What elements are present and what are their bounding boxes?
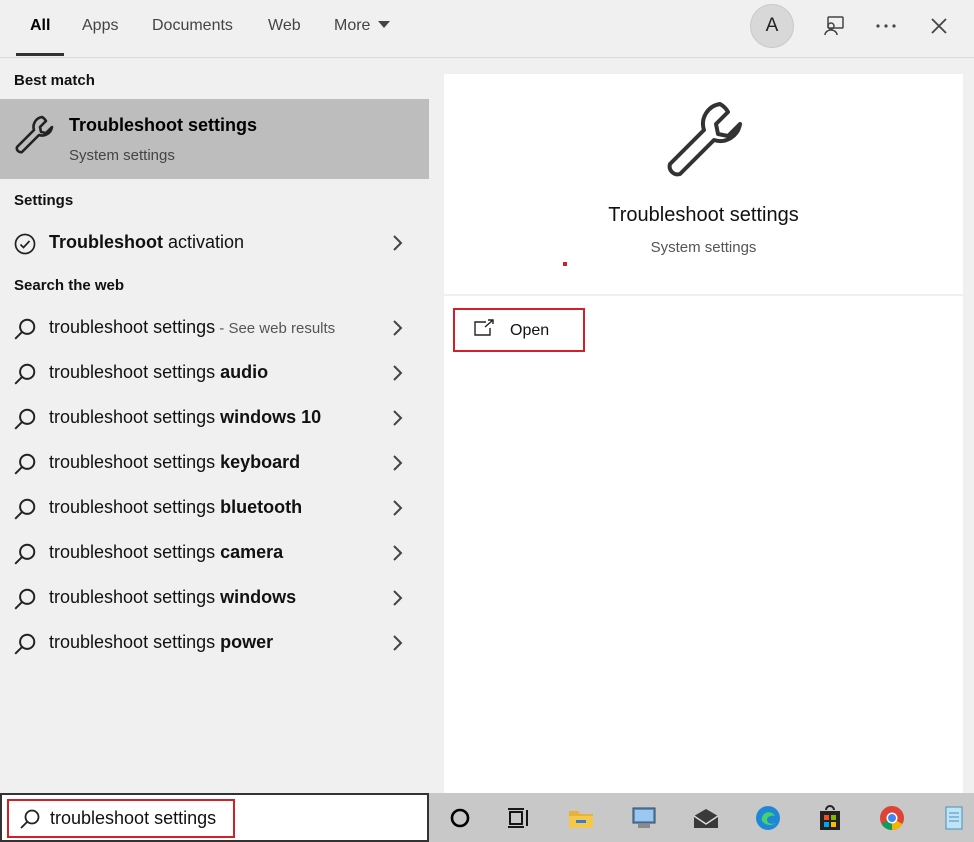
chevron-right-icon	[391, 319, 405, 337]
web-result-bold: power	[220, 632, 274, 652]
chevron-right-icon	[391, 589, 405, 607]
web-result-label: troubleshoot settings keyboard	[49, 452, 300, 473]
settings-item-label: Troubleshoot activation	[49, 232, 244, 253]
tab-web[interactable]: Web	[268, 0, 301, 58]
search-icon	[13, 587, 37, 611]
web-result-label: troubleshoot settings windows 10	[49, 407, 321, 428]
settings-heading: Settings	[14, 192, 74, 209]
account-avatar[interactable]: A	[750, 4, 794, 48]
chevron-right-icon	[391, 409, 405, 427]
search-input[interactable]: troubleshoot settings	[0, 793, 429, 842]
web-result-label: troubleshoot settings camera	[49, 542, 283, 563]
web-result-hint: - See web results	[215, 320, 336, 337]
feedback-icon[interactable]	[820, 12, 848, 40]
preview-subtitle: System settings	[650, 239, 757, 256]
best-match-heading: Best match	[14, 72, 95, 89]
search-input-value: troubleshoot settings	[50, 808, 217, 828]
search-icon	[13, 452, 37, 476]
web-result-prefix: troubleshoot settings	[49, 452, 221, 472]
web-result-label: troubleshoot settings power	[49, 632, 273, 653]
search-tab-bar: All Apps Documents Web More A	[0, 0, 974, 58]
tab-more-label: More	[334, 17, 371, 34]
edge-icon[interactable]	[754, 804, 782, 832]
chevron-right-icon	[391, 234, 405, 252]
web-result-bold: camera	[220, 542, 284, 562]
chrome-icon[interactable]	[878, 804, 906, 832]
web-result-item[interactable]: troubleshoot settings keyboard	[0, 440, 429, 485]
annotation-dot	[563, 262, 567, 266]
web-result-bold: windows	[220, 587, 297, 607]
chevron-right-icon	[391, 454, 405, 472]
divider	[444, 294, 963, 296]
best-match-item[interactable]: Troubleshoot settings System settings	[0, 99, 429, 179]
web-result-item[interactable]: troubleshoot settings windows	[0, 575, 429, 620]
web-result-label: troubleshoot settings bluetooth	[49, 497, 302, 518]
web-result-item[interactable]: troubleshoot settings windows 10	[0, 395, 429, 440]
preview-panel: Troubleshoot settings System settings Op…	[444, 74, 963, 793]
tab-all[interactable]: All	[15, 0, 66, 58]
mail-icon[interactable]	[692, 804, 720, 832]
preview-title: Troubleshoot settings	[608, 204, 799, 226]
close-icon[interactable]	[925, 12, 953, 40]
search-icon	[13, 497, 37, 521]
search-web-heading: Search the web	[14, 277, 125, 294]
open-button[interactable]: Open	[453, 308, 585, 352]
chevron-right-icon	[391, 499, 405, 517]
web-result-prefix: troubleshoot settings	[49, 587, 221, 607]
results-panel: Best match Troubleshoot settings System …	[0, 59, 429, 793]
web-result-prefix: troubleshoot settings	[49, 362, 221, 382]
settings-item-troubleshoot-activation[interactable]: Troubleshoot activation	[0, 220, 429, 265]
web-result-bold: bluetooth	[220, 497, 303, 517]
search-icon	[13, 407, 37, 431]
tab-documents[interactable]: Documents	[152, 0, 233, 58]
web-result-prefix: troubleshoot settings	[49, 497, 221, 517]
search-icon	[13, 362, 37, 386]
web-result-prefix: troubleshoot settings	[49, 317, 216, 337]
task-view-icon[interactable]	[505, 804, 533, 832]
best-match-title: Troubleshoot settings	[69, 115, 258, 135]
more-options-icon[interactable]	[872, 12, 900, 40]
web-result-prefix: troubleshoot settings	[49, 632, 221, 652]
best-match-subtitle: System settings	[69, 147, 175, 164]
taskbar	[429, 793, 974, 842]
web-result-item[interactable]: troubleshoot settings camera	[0, 530, 429, 575]
web-result-item[interactable]: troubleshoot settings power	[0, 620, 429, 665]
search-icon	[13, 632, 37, 656]
web-result-label: troubleshoot settings audio	[49, 362, 268, 383]
this-pc-icon[interactable]	[630, 804, 658, 832]
web-result-label: troubleshoot settings - See web results	[49, 317, 335, 338]
search-icon	[13, 317, 37, 341]
web-result-bold: keyboard	[220, 452, 301, 472]
wrench-icon	[660, 96, 748, 189]
notepad-icon[interactable]	[940, 804, 968, 832]
chevron-right-icon	[391, 544, 405, 562]
chevron-right-icon	[391, 364, 405, 382]
web-result-prefix: troubleshoot settings	[49, 407, 221, 427]
file-explorer-icon[interactable]	[567, 804, 595, 832]
web-result-item[interactable]: troubleshoot settings - See web results	[0, 305, 429, 350]
settings-item-rest: activation	[163, 232, 245, 252]
open-external-icon	[473, 319, 495, 342]
search-icon	[13, 542, 37, 566]
tab-apps[interactable]: Apps	[82, 0, 118, 58]
circle-check-icon	[13, 232, 37, 256]
chevron-right-icon	[391, 634, 405, 652]
web-result-bold: windows 10	[220, 407, 322, 427]
settings-item-bold: Troubleshoot	[49, 232, 163, 252]
caret-down-icon	[378, 21, 391, 28]
web-result-prefix: troubleshoot settings	[49, 542, 221, 562]
wrench-icon	[12, 113, 56, 162]
tab-more[interactable]: More	[334, 0, 391, 58]
store-icon[interactable]	[816, 804, 844, 832]
web-result-item[interactable]: troubleshoot settings audio	[0, 350, 429, 395]
search-icon	[19, 808, 41, 835]
web-result-bold: audio	[220, 362, 269, 382]
cortana-icon[interactable]	[446, 804, 474, 832]
web-result-item[interactable]: troubleshoot settings bluetooth	[0, 485, 429, 530]
web-result-label: troubleshoot settings windows	[49, 587, 296, 608]
open-button-label: Open	[510, 322, 550, 339]
